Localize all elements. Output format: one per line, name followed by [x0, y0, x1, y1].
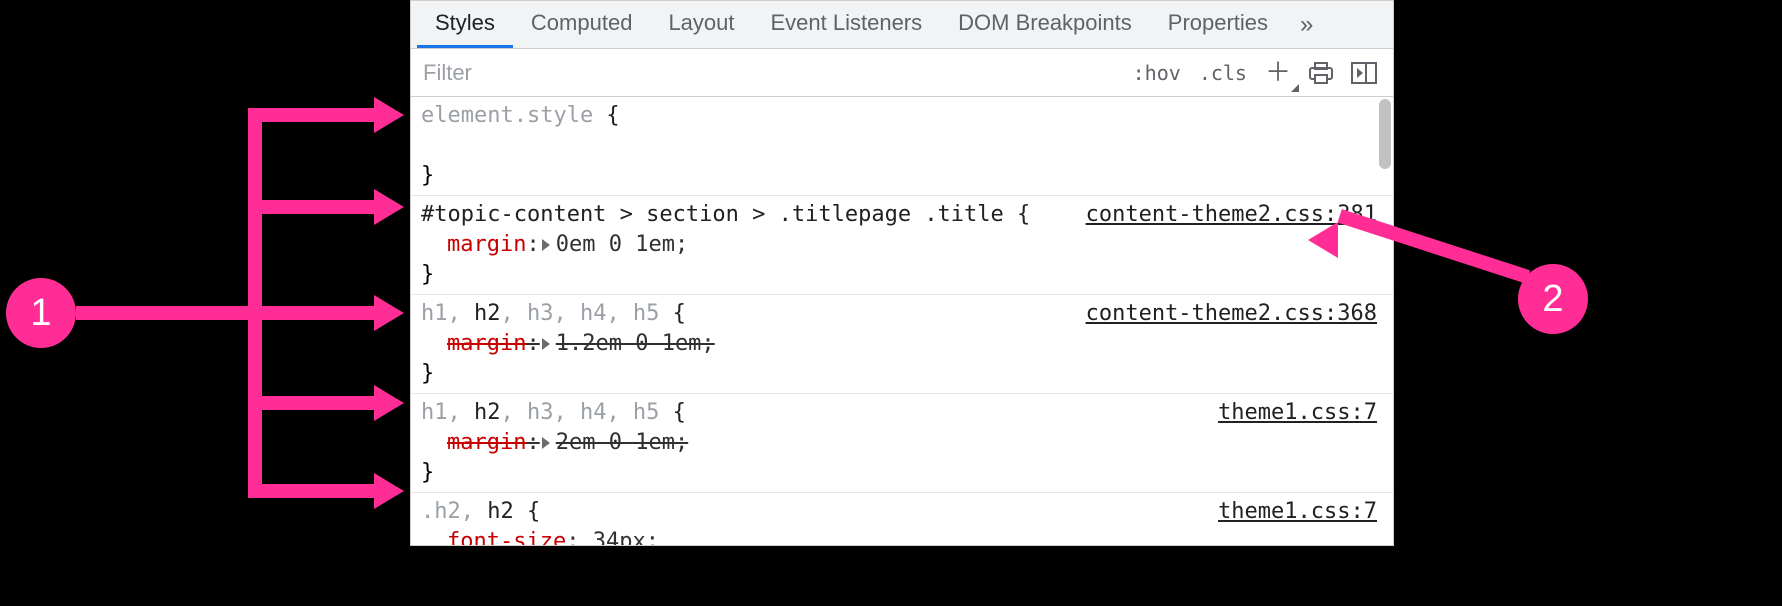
- css-property-value[interactable]: 2em 0 1em;: [556, 430, 688, 455]
- annotation-1-arrowhead-5: [374, 473, 404, 509]
- tabbar: Styles Computed Layout Event Listeners D…: [411, 1, 1393, 49]
- expand-shorthand-icon[interactable]: [542, 437, 550, 449]
- scrollbar[interactable]: [1379, 99, 1391, 543]
- print-media-icon[interactable]: [1309, 62, 1333, 84]
- css-property-value[interactable]: 0em 0 1em;: [556, 232, 688, 257]
- rule-close-brace: }: [421, 161, 1383, 191]
- css-rule[interactable]: h1, h2, h3, h4, h5 {content-theme2.css:3…: [411, 295, 1393, 394]
- annotation-1-arrowhead-2: [374, 189, 404, 225]
- css-property-value[interactable]: 1.2em 0 1em;: [556, 331, 715, 356]
- css-selector[interactable]: element.style {: [421, 101, 1383, 131]
- tabs-overflow-button[interactable]: »: [1286, 11, 1327, 39]
- annotation-1-arrowhead-1: [374, 97, 404, 133]
- css-rule[interactable]: .h2, h2 {theme1.css:7font-size: 34px;}: [411, 493, 1393, 545]
- annotation-badge-1: 1: [6, 278, 76, 348]
- hov-toggle[interactable]: :hov: [1133, 61, 1181, 85]
- tab-dom-breakpoints[interactable]: DOM Breakpoints: [940, 1, 1150, 48]
- tab-layout[interactable]: Layout: [650, 1, 752, 48]
- css-property-name[interactable]: margin: [447, 331, 526, 356]
- annotation-1-branch-1: [248, 108, 376, 122]
- new-style-rule-button[interactable]: ＋: [1265, 60, 1291, 86]
- rules-scroll-area: element.style { }#topic-content > sectio…: [411, 97, 1393, 545]
- css-property-value[interactable]: 34px;: [593, 529, 659, 545]
- annotation-1-branch-5: [248, 484, 376, 498]
- cls-toggle[interactable]: .cls: [1199, 61, 1247, 85]
- expand-shorthand-icon[interactable]: [542, 338, 550, 350]
- devtools-styles-panel: Styles Computed Layout Event Listeners D…: [410, 0, 1394, 546]
- annotation-1-trunk: [248, 108, 262, 498]
- annotation-1-stem: [76, 306, 248, 320]
- css-property-name[interactable]: margin: [447, 232, 526, 257]
- source-link[interactable]: theme1.css:7: [1218, 497, 1377, 527]
- source-link[interactable]: content-theme2.css:368: [1086, 299, 1377, 329]
- scrollbar-thumb[interactable]: [1379, 99, 1391, 169]
- tab-styles[interactable]: Styles: [417, 1, 513, 48]
- computed-sidebar-toggle-icon[interactable]: [1351, 62, 1377, 84]
- annotation-2-arrowhead: [1308, 222, 1338, 258]
- annotation-1-branch-2: [248, 200, 376, 214]
- rule-close-brace: }: [421, 359, 1383, 389]
- css-rule[interactable]: #topic-content > section > .titlepage .t…: [411, 196, 1393, 295]
- css-rule[interactable]: element.style { }: [411, 97, 1393, 196]
- filter-tools: :hov .cls ＋: [1117, 60, 1393, 86]
- annotation-1-branch-3: [248, 306, 376, 320]
- tab-event-listeners[interactable]: Event Listeners: [753, 1, 941, 48]
- css-declaration[interactable]: margin:2em 0 1em;: [421, 428, 1383, 458]
- annotation-1-arrowhead-4: [374, 385, 404, 421]
- tab-computed[interactable]: Computed: [513, 1, 651, 48]
- css-property-name[interactable]: font-size: [447, 529, 566, 545]
- filter-input[interactable]: [411, 49, 1117, 96]
- source-link[interactable]: theme1.css:7: [1218, 398, 1377, 428]
- css-rule[interactable]: h1, h2, h3, h4, h5 {theme1.css:7margin:2…: [411, 394, 1393, 493]
- css-declaration[interactable]: margin:1.2em 0 1em;: [421, 329, 1383, 359]
- rule-close-brace: }: [421, 260, 1383, 290]
- filter-row: :hov .cls ＋: [411, 49, 1393, 97]
- annotation-1-branch-4: [248, 396, 376, 410]
- rule-close-brace: }: [421, 458, 1383, 488]
- css-declaration[interactable]: margin:0em 0 1em;: [421, 230, 1383, 260]
- tab-properties[interactable]: Properties: [1150, 1, 1286, 48]
- annotation-1-arrowhead-3: [374, 295, 404, 331]
- css-property-name[interactable]: margin: [447, 430, 526, 455]
- css-declaration[interactable]: font-size: 34px;: [421, 527, 1383, 545]
- empty-declarations[interactable]: [421, 131, 1383, 161]
- expand-shorthand-icon[interactable]: [542, 239, 550, 251]
